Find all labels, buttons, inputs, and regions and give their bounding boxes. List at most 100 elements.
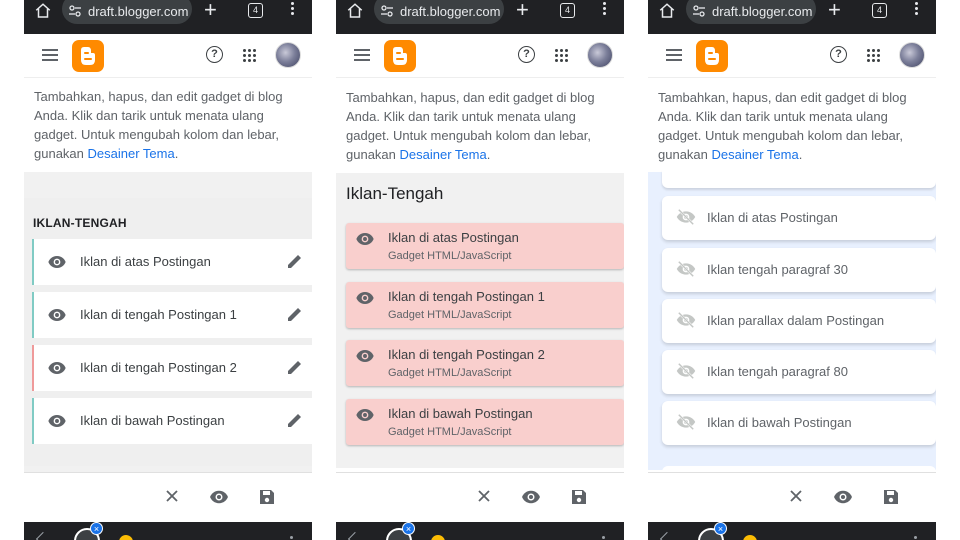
gadget-label: Iklan di tengah Postingan 2 xyxy=(388,347,545,362)
avatar[interactable] xyxy=(899,42,925,68)
theme-designer-link[interactable]: Desainer Tema xyxy=(88,146,175,161)
chat-bubble[interactable] xyxy=(116,532,136,540)
url-text: draft.blogger.com xyxy=(88,4,189,19)
new-tab-icon[interactable]: + xyxy=(516,0,529,21)
gadget-item[interactable]: Iklan di tengah Postingan 1 xyxy=(32,292,312,338)
blogger-logo-icon[interactable] xyxy=(696,40,728,72)
avatar[interactable] xyxy=(587,42,613,68)
home-icon[interactable] xyxy=(346,2,364,20)
pencil-edit-icon[interactable] xyxy=(287,412,303,428)
address-bar[interactable]: draft.blogger.com xyxy=(62,0,192,24)
more-menu-icon[interactable] xyxy=(910,2,922,18)
help-icon[interactable]: ? xyxy=(206,46,223,63)
tab-switcher-icon[interactable]: 4 xyxy=(248,3,263,18)
eye-icon[interactable] xyxy=(48,414,66,428)
close-badge-icon[interactable]: × xyxy=(90,522,103,535)
gadget-item[interactable]: Iklan di tengah Postingan 1 Gadget HTML/… xyxy=(346,282,624,328)
back-icon[interactable] xyxy=(347,531,363,540)
gadget-item[interactable]: Iklan di atas Postingan xyxy=(662,196,936,240)
home-icon[interactable] xyxy=(658,2,676,20)
gadget-item[interactable]: Iklan parallax dalam Postingan xyxy=(662,299,936,343)
avatar[interactable] xyxy=(275,42,301,68)
close-badge-icon[interactable]: × xyxy=(402,522,415,535)
eye-icon[interactable] xyxy=(356,408,374,422)
screenshot-panel-3: draft.blogger.com + 4 ? Tambahkan, hapus… xyxy=(648,0,936,540)
close-icon[interactable] xyxy=(789,489,803,503)
eye-icon[interactable] xyxy=(356,349,374,363)
back-icon[interactable] xyxy=(659,531,675,540)
save-icon[interactable] xyxy=(259,489,275,505)
more-menu-icon[interactable] xyxy=(290,536,293,539)
chat-bubble[interactable] xyxy=(428,532,448,540)
tab-switcher-icon[interactable]: 4 xyxy=(872,3,887,18)
address-bar[interactable]: draft.blogger.com xyxy=(374,0,504,24)
system-bar: × xyxy=(24,522,312,540)
help-icon[interactable]: ? xyxy=(830,46,847,63)
more-menu-icon[interactable] xyxy=(914,536,917,539)
apps-grid-icon[interactable] xyxy=(867,49,881,63)
layout-description: Tambahkan, hapus, dan edit gadget di blo… xyxy=(658,88,928,164)
new-tab-icon[interactable]: + xyxy=(828,0,841,21)
site-settings-icon[interactable] xyxy=(380,4,394,18)
apps-grid-icon[interactable] xyxy=(555,49,569,63)
save-icon[interactable] xyxy=(883,489,899,505)
gadget-item[interactable]: Iklan tengah paragraf 30 xyxy=(662,248,936,292)
theme-designer-link[interactable]: Desainer Tema xyxy=(400,147,487,162)
home-icon[interactable] xyxy=(34,2,52,20)
eye-off-icon[interactable] xyxy=(676,363,696,379)
gadget-item[interactable]: Iklan di atas Postingan xyxy=(32,239,312,285)
gadget-item[interactable]: Iklan di tengah Postingan 2 xyxy=(32,345,312,391)
pencil-edit-icon[interactable] xyxy=(287,359,303,375)
site-settings-icon[interactable] xyxy=(692,4,706,18)
chat-bubble[interactable]: × xyxy=(698,522,727,540)
back-icon[interactable] xyxy=(35,531,51,540)
help-icon[interactable]: ? xyxy=(518,46,535,63)
eye-icon[interactable] xyxy=(48,308,66,322)
new-tab-icon[interactable]: + xyxy=(204,0,217,21)
eye-icon[interactable] xyxy=(48,255,66,269)
chat-bubble[interactable]: × xyxy=(386,522,415,540)
gadget-item[interactable]: Iklan di bawah Postingan xyxy=(32,398,312,444)
gadget-item[interactable]: Iklan di atas Postingan Gadget HTML/Java… xyxy=(346,223,624,269)
pencil-edit-icon[interactable] xyxy=(287,253,303,269)
hamburger-menu-icon[interactable] xyxy=(354,49,370,61)
eye-icon[interactable] xyxy=(356,232,374,246)
system-bar: × xyxy=(336,522,624,540)
chat-bubble[interactable] xyxy=(740,532,760,540)
close-icon[interactable] xyxy=(165,489,179,503)
eye-off-icon[interactable] xyxy=(676,312,696,328)
eye-off-icon[interactable] xyxy=(676,414,696,430)
gadget-label: Iklan di tengah Postingan 2 xyxy=(80,360,237,375)
bottom-toolbar xyxy=(336,472,624,522)
eye-icon[interactable] xyxy=(833,490,853,504)
gadget-item[interactable]: Iklan di bawah Postingan xyxy=(662,401,936,445)
tab-switcher-icon[interactable]: 4 xyxy=(560,3,575,18)
address-bar[interactable]: draft.blogger.com xyxy=(686,0,816,24)
close-icon[interactable] xyxy=(477,489,491,503)
hamburger-menu-icon[interactable] xyxy=(666,49,682,61)
apps-grid-icon[interactable] xyxy=(243,49,257,63)
more-menu-icon[interactable] xyxy=(598,2,610,18)
blogger-logo-icon[interactable] xyxy=(384,40,416,72)
eye-icon[interactable] xyxy=(209,490,229,504)
more-menu-icon[interactable] xyxy=(286,2,298,18)
pencil-edit-icon[interactable] xyxy=(287,306,303,322)
eye-icon[interactable] xyxy=(48,361,66,375)
theme-designer-link[interactable]: Desainer Tema xyxy=(712,147,799,162)
eye-icon[interactable] xyxy=(521,490,541,504)
eye-icon[interactable] xyxy=(356,291,374,305)
more-menu-icon[interactable] xyxy=(602,536,605,539)
eye-off-icon[interactable] xyxy=(676,261,696,277)
chat-bubble[interactable]: × xyxy=(74,522,103,540)
eye-off-icon[interactable] xyxy=(676,209,696,225)
gadget-item[interactable]: Iklan di bawah Postingan Gadget HTML/Jav… xyxy=(346,399,624,445)
gadget-item[interactable]: Iklan di tengah Postingan 2 Gadget HTML/… xyxy=(346,340,624,386)
gadget-item[interactable]: Iklan tengah paragraf 80 xyxy=(662,350,936,394)
close-badge-icon[interactable]: × xyxy=(714,522,727,535)
blogger-logo-icon[interactable] xyxy=(72,40,104,72)
gadget-item-partial xyxy=(662,170,936,188)
gadget-type: Gadget HTML/JavaScript xyxy=(388,367,512,379)
save-icon[interactable] xyxy=(571,489,587,505)
hamburger-menu-icon[interactable] xyxy=(42,49,58,61)
site-settings-icon[interactable] xyxy=(68,4,82,18)
